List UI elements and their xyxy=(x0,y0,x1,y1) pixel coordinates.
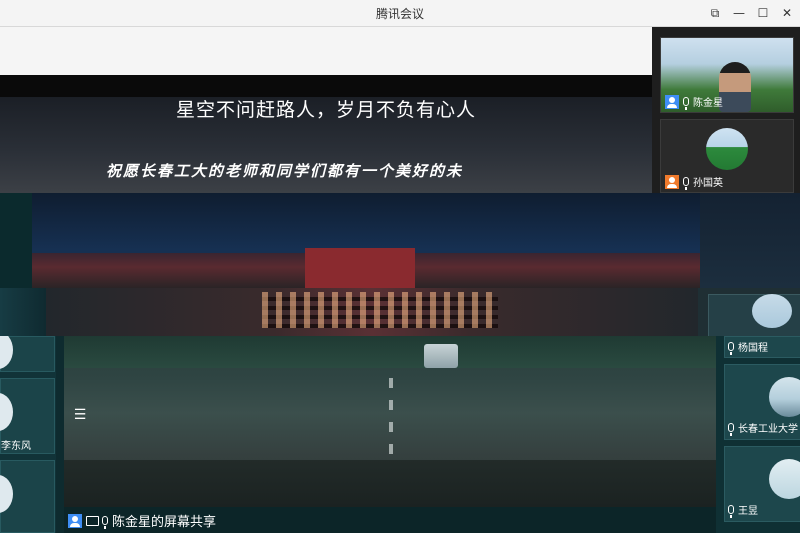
participant-name: 杨国程 xyxy=(738,343,768,354)
screen-share-bar: 陈金星的屏幕共享 xyxy=(64,507,716,533)
slide-subtitle: 祝愿长春工大的老师和同学们都有一个美好的未 xyxy=(106,162,464,180)
band-left-edge xyxy=(0,288,46,336)
avatar xyxy=(0,393,13,431)
minimize-button[interactable]: — xyxy=(728,3,750,23)
participant-label: 孙国英 xyxy=(665,174,723,190)
avatar xyxy=(752,294,792,328)
avatar xyxy=(0,336,13,369)
mic-icon xyxy=(102,516,108,529)
participant-name: 长春工业大学 xyxy=(738,424,798,435)
participant-name: 李东风 xyxy=(1,441,31,452)
video-tile[interactable] xyxy=(0,460,55,533)
video-tile[interactable]: 孙国英 xyxy=(660,119,794,193)
video-tile[interactable] xyxy=(0,336,55,372)
user-icon xyxy=(68,513,82,528)
avatar xyxy=(0,475,13,513)
avatar xyxy=(769,377,800,417)
participant-label: 杨国程 xyxy=(728,339,768,355)
title-bar: 腾讯会议 ⧉ — ☐ ✕ xyxy=(0,0,800,27)
right-video-strip: 杨国程 长春工业大学 王昱 xyxy=(716,336,800,533)
restore-button[interactable]: ⧉ xyxy=(704,3,726,23)
video-tile[interactable]: 杨国程 xyxy=(724,336,800,358)
band-right-edge xyxy=(700,193,800,288)
bus-image xyxy=(424,344,458,368)
video-tile[interactable]: 陈金星 xyxy=(660,37,794,113)
user-icon xyxy=(665,94,679,109)
screen-share-label: 陈金星的屏幕共享 xyxy=(68,511,216,530)
maximize-button[interactable]: ☐ xyxy=(752,3,774,23)
video-tile[interactable]: 王昱 xyxy=(724,446,800,522)
participant-name: 王昱 xyxy=(738,506,758,517)
video-tile[interactable]: 长春工业大学 xyxy=(724,364,800,440)
window-title: 腾讯会议 xyxy=(375,7,424,21)
avatar xyxy=(706,128,748,170)
slide-black-bar xyxy=(0,75,652,97)
participant-label: 陈金星 xyxy=(665,94,723,110)
menu-icon[interactable]: ☰ xyxy=(72,408,88,422)
mic-icon xyxy=(728,505,734,518)
close-button[interactable]: ✕ xyxy=(776,3,798,23)
tree-line xyxy=(64,336,716,368)
scene-bottom-strip xyxy=(64,460,716,507)
participant-name: 陈金星 xyxy=(693,98,723,109)
slide-title: 星空不问赶路人，岁月不负有心人 xyxy=(175,99,476,121)
participant-person-image xyxy=(719,62,751,112)
user-icon xyxy=(665,174,679,189)
screen-share-icon xyxy=(86,515,99,526)
screen-share-title: 陈金星的屏幕共享 xyxy=(112,515,217,530)
glitched-sky-band xyxy=(0,193,800,288)
participant-name: 孙国英 xyxy=(693,178,723,189)
video-tile-panel: 陈金星 孙国英 xyxy=(652,27,800,193)
lit-windows xyxy=(262,292,498,328)
band-left-edge xyxy=(0,193,32,288)
participant-label: 王昱 xyxy=(728,502,758,518)
mic-icon xyxy=(728,342,734,355)
mic-icon xyxy=(728,423,734,436)
shared-screen-scene: ☰ xyxy=(64,336,716,507)
participant-label: 长春工业大学 xyxy=(728,420,798,436)
main-meeting-band: 李东风 ☰ 陈金星的屏幕共享 杨国程 长春工业大学 王昱 xyxy=(0,336,800,533)
avatar xyxy=(769,459,800,499)
left-video-strip: 李东风 xyxy=(0,336,56,533)
video-tile[interactable]: 李东风 xyxy=(0,378,55,454)
mic-icon xyxy=(683,177,689,190)
glitched-facade-band xyxy=(0,288,800,336)
meeting-window: 腾讯会议 ⧉ — ☐ ✕ 陈金星 孙国英 星空不问赶路人，岁月不负有心人 祝愿长… xyxy=(0,0,800,533)
mic-icon xyxy=(683,97,689,110)
building-roof xyxy=(305,248,415,288)
